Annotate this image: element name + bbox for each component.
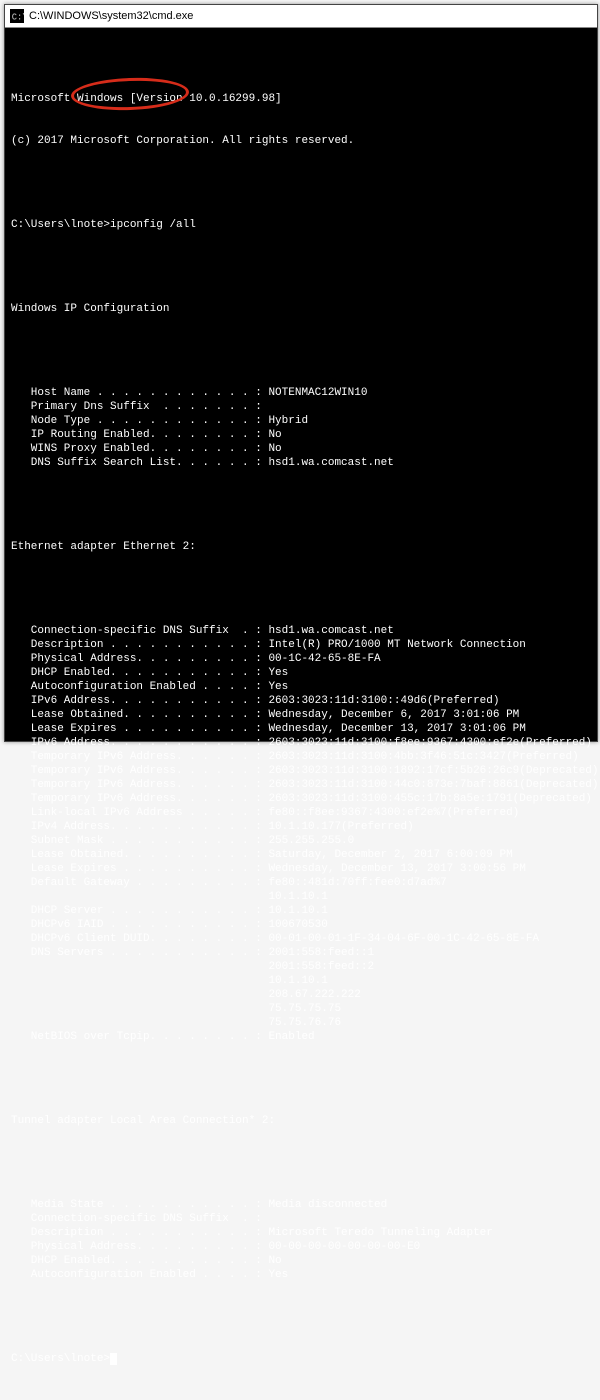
prompt-path: C:\Users\lnote> [11, 1353, 110, 1365]
output-line: Temporary IPv6 Address. . . . . . : 2603… [11, 764, 591, 778]
output-line: Temporary IPv6 Address. . . . . . : 2603… [11, 778, 591, 792]
blank-line [11, 1310, 591, 1324]
output-line: 10.1.10.1 [11, 890, 591, 904]
output-line: Media State . . . . . . . . . . . : Medi… [11, 1198, 591, 1212]
output-line: Temporary IPv6 Address. . . . . . : 2603… [11, 792, 591, 806]
blank-line [11, 176, 591, 190]
banner-line: Microsoft Windows [Version 10.0.16299.98… [11, 92, 591, 106]
output-line: DHCPv6 Client DUID. . . . . . . . : 00-0… [11, 932, 591, 946]
output-line: Link-local IPv6 Address . . . . . : fe80… [11, 806, 591, 820]
output-line: Lease Obtained. . . . . . . . . . : Wedn… [11, 708, 591, 722]
prompt-line: C:\Users\lnote>ipconfig /all [11, 218, 591, 232]
terminal-output[interactable]: Microsoft Windows [Version 10.0.16299.98… [5, 28, 597, 1400]
output-line: Description . . . . . . . . . . . : Inte… [11, 638, 591, 652]
cmd-window: C:\ C:\WINDOWS\system32\cmd.exe Microsof… [4, 4, 598, 742]
output-line: Lease Obtained. . . . . . . . . . : Satu… [11, 848, 591, 862]
section-header: Ethernet adapter Ethernet 2: [11, 540, 591, 554]
output-line: Subnet Mask . . . . . . . . . . . : 255.… [11, 834, 591, 848]
blank-line [11, 498, 591, 512]
output-line: DHCP Enabled. . . . . . . . . . . : No [11, 1254, 591, 1268]
output-line: IPv6 Address. . . . . . . . . . . : 2603… [11, 736, 591, 750]
output-line: Physical Address. . . . . . . . . : 00-0… [11, 1240, 591, 1254]
blank-line [11, 260, 591, 274]
output-line: Autoconfiguration Enabled . . . . : Yes [11, 680, 591, 694]
svg-text:C:\: C:\ [12, 13, 24, 23]
command-text: ipconfig /all [110, 219, 196, 231]
output-line: WINS Proxy Enabled. . . . . . . . : No [11, 442, 591, 456]
output-line: IPv4 Address. . . . . . . . . . . : 10.1… [11, 820, 591, 834]
output-line: DNS Servers . . . . . . . . . . . : 2001… [11, 946, 591, 960]
output-line: Connection-specific DNS Suffix . : hsd1.… [11, 624, 591, 638]
output-line: Physical Address. . . . . . . . . : 00-1… [11, 652, 591, 666]
output-line: Default Gateway . . . . . . . . . : fe80… [11, 876, 591, 890]
output-line: DHCP Enabled. . . . . . . . . . . : Yes [11, 666, 591, 680]
output-line: 75.75.75.75 [11, 1002, 591, 1016]
prompt-path: C:\Users\lnote> [11, 219, 110, 231]
output-line: Connection-specific DNS Suffix . : [11, 1212, 591, 1226]
output-line: IP Routing Enabled. . . . . . . . : No [11, 428, 591, 442]
output-line: Lease Expires . . . . . . . . . . : Wedn… [11, 862, 591, 876]
section-header: Windows IP Configuration [11, 302, 591, 316]
section-header: Tunnel adapter Local Area Connection* 2: [11, 1114, 591, 1128]
window-title: C:\WINDOWS\system32\cmd.exe [29, 9, 597, 23]
output-line: Autoconfiguration Enabled . . . . : Yes [11, 1268, 591, 1282]
output-line: Description . . . . . . . . . . . : Micr… [11, 1226, 591, 1240]
output-line: 10.1.10.1 [11, 974, 591, 988]
cursor [110, 1353, 117, 1365]
output-line: IPv6 Address. . . . . . . . . . . : 2603… [11, 694, 591, 708]
blank-line [11, 1072, 591, 1086]
output-line: Temporary IPv6 Address. . . . . . : 2603… [11, 750, 591, 764]
output-line: Lease Expires . . . . . . . . . . : Wedn… [11, 722, 591, 736]
output-line: DHCPv6 IAID . . . . . . . . . . . : 1006… [11, 918, 591, 932]
output-line: DHCP Server . . . . . . . . . . . : 10.1… [11, 904, 591, 918]
blank-line [11, 582, 591, 596]
output-line: DNS Suffix Search List. . . . . . : hsd1… [11, 456, 591, 470]
output-line: 208.67.222.222 [11, 988, 591, 1002]
titlebar[interactable]: C:\ C:\WINDOWS\system32\cmd.exe [5, 5, 597, 28]
output-line: 75.75.76.76 [11, 1016, 591, 1030]
prompt-line[interactable]: C:\Users\lnote> [11, 1352, 591, 1366]
output-line: NetBIOS over Tcpip. . . . . . . . : Enab… [11, 1030, 591, 1044]
banner-line: (c) 2017 Microsoft Corporation. All righ… [11, 134, 591, 148]
output-line: Host Name . . . . . . . . . . . . : NOTE… [11, 386, 591, 400]
output-line: 2001:558:feed::2 [11, 960, 591, 974]
blank-line [11, 1156, 591, 1170]
blank-line [11, 344, 591, 358]
output-line: Primary Dns Suffix . . . . . . . : [11, 400, 591, 414]
output-line: Node Type . . . . . . . . . . . . : Hybr… [11, 414, 591, 428]
cmd-icon: C:\ [9, 8, 25, 24]
